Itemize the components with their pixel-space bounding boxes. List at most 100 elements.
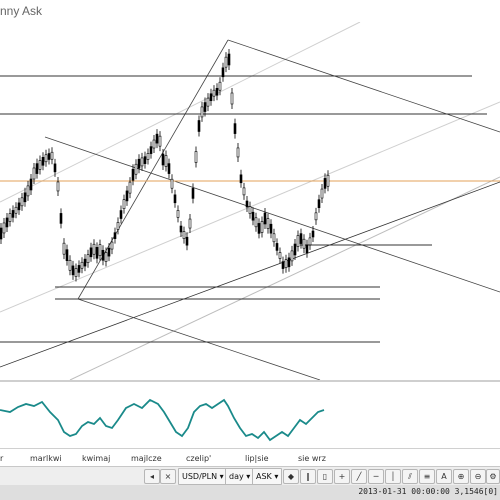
- zoom-out-icon[interactable]: ⊖: [470, 469, 486, 484]
- chart-toolbar: ◂ × USD/PLN ▾ day ▾ ASK ▾ ◆ ‖ ▯ + ╱ ─ │ …: [0, 466, 500, 486]
- candle-body: [56, 181, 60, 192]
- candle-body: [128, 181, 132, 194]
- candle-body: [113, 232, 117, 239]
- candle-body: [314, 212, 318, 221]
- text-icon[interactable]: A: [436, 469, 452, 484]
- symbol-value: USD/PLN: [182, 472, 218, 481]
- settings-icon[interactable]: ⚙: [486, 469, 500, 484]
- candle-body: [248, 206, 252, 214]
- price-chart-canvas[interactable]: [0, 21, 500, 381]
- candle-body: [299, 233, 303, 244]
- candle-body: [302, 238, 306, 249]
- candle-body: [44, 154, 48, 163]
- candle-body: [35, 163, 39, 174]
- candle-body: [215, 87, 219, 96]
- candle-body: [182, 231, 186, 239]
- window-titlebar: nny Ask: [0, 0, 500, 22]
- candle-body: [38, 160, 42, 170]
- prev-chart-button[interactable]: ◂: [144, 469, 160, 484]
- x-tick-label: marlkwi: [30, 454, 62, 463]
- candle-body: [320, 188, 324, 199]
- chevron-down-icon: ▾: [246, 472, 251, 481]
- timeframe-dropdown[interactable]: day ▾: [225, 468, 255, 485]
- candle-body: [62, 242, 66, 255]
- x-tick-label: r: [0, 454, 4, 463]
- trendline-down-3[interactable]: [77, 298, 321, 381]
- x-axis: r marlkwi kwimaj majlcze czelip' lip|sie…: [0, 448, 500, 467]
- candle-body: [41, 157, 45, 166]
- candle-body: [293, 243, 297, 256]
- candle-body: [194, 151, 198, 163]
- candle-body: [326, 174, 330, 187]
- candle-body: [275, 243, 279, 251]
- candle-body: [179, 225, 183, 233]
- candle-body: [101, 249, 105, 261]
- candle-body: [65, 249, 69, 261]
- trendline-icon[interactable]: ╱: [351, 469, 367, 484]
- candle-body: [59, 213, 63, 224]
- x-tick-label: czelip': [186, 454, 212, 463]
- fibo-icon[interactable]: ≡: [419, 469, 435, 484]
- crosshair-icon[interactable]: +: [334, 469, 350, 484]
- candle-body: [218, 81, 222, 91]
- symbol-dropdown[interactable]: USD/PLN ▾: [178, 468, 228, 485]
- candle-body: [281, 261, 285, 269]
- candle-body: [0, 227, 3, 240]
- candle-body: [14, 206, 18, 214]
- trendline-down-1[interactable]: [44, 136, 500, 293]
- x-tick-label: majlcze: [131, 454, 162, 463]
- close-chart-button[interactable]: ×: [160, 469, 176, 484]
- candle-body: [197, 120, 201, 132]
- x-tick-label: kwimaj: [82, 454, 111, 463]
- candles-icon[interactable]: ▯: [317, 469, 333, 484]
- candle-body: [71, 265, 75, 276]
- price-chart[interactable]: [0, 21, 500, 381]
- channel-lines[interactable]: [0, 21, 500, 381]
- x-tick-label: sie wrz: [298, 454, 326, 463]
- channel-line-upper-1[interactable]: [0, 21, 361, 203]
- oscillator-canvas[interactable]: [0, 382, 500, 448]
- candle-body: [32, 167, 36, 180]
- bar-chart-icon[interactable]: ‖: [300, 469, 316, 484]
- candle-body: [137, 158, 141, 169]
- candle-body: [287, 257, 291, 268]
- chart-type-icon[interactable]: ◆: [283, 469, 299, 484]
- candle-body: [239, 174, 243, 184]
- candle-body: [164, 155, 168, 167]
- candle-body: [92, 243, 96, 255]
- channel-icon[interactable]: ⫽: [402, 469, 418, 484]
- candle-body: [161, 153, 165, 166]
- oscillator-pane[interactable]: [0, 382, 500, 448]
- price-type-dropdown[interactable]: ASK ▾: [252, 468, 283, 485]
- window-title: nny Ask: [0, 4, 43, 18]
- chevron-down-icon: ▾: [274, 472, 279, 481]
- candle-body: [206, 97, 210, 107]
- candle-body: [290, 250, 294, 262]
- candle-body: [155, 133, 159, 144]
- candle-body: [257, 223, 261, 234]
- candle-body: [158, 135, 162, 147]
- candle-body: [284, 259, 288, 268]
- zoom-in-icon[interactable]: ⊕: [453, 469, 469, 484]
- hline-icon[interactable]: ─: [368, 469, 384, 484]
- oscillator-line: [0, 398, 325, 442]
- status-bar: 2013-01-31 00:00:00 3,1546[0]: [0, 485, 500, 500]
- candle-body: [203, 102, 207, 112]
- candle-body: [50, 151, 54, 160]
- status-datetime-price: 2013-01-31 00:00:00 3,1546[0]: [358, 487, 498, 496]
- channel-line-lower[interactable]: [69, 176, 500, 381]
- candle-body: [251, 211, 255, 221]
- candle-body: [308, 237, 312, 246]
- candle-body: [110, 241, 114, 250]
- chevron-down-icon: ▾: [219, 472, 224, 481]
- trendline-rise[interactable]: [77, 39, 229, 300]
- candle-body: [191, 188, 195, 199]
- trendline-down-2[interactable]: [227, 39, 500, 133]
- candle-body: [317, 199, 321, 208]
- candle-body: [77, 265, 81, 273]
- candle-body: [116, 222, 120, 230]
- candle-body: [143, 156, 147, 164]
- vline-icon[interactable]: │: [385, 469, 401, 484]
- candle-body: [212, 89, 216, 97]
- x-tick-label: lip|sie: [245, 454, 269, 463]
